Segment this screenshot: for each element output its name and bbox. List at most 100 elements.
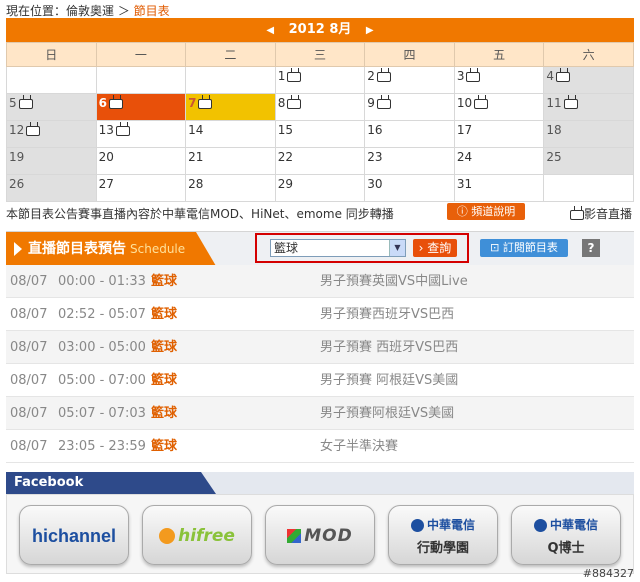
tv-icon[interactable] [376,98,391,109]
calendar-day[interactable]: 25 [543,147,634,175]
subscribe-button[interactable]: ⊡ 訂閱節目表 [480,239,568,257]
calendar-day[interactable]: 17 [453,120,545,148]
calendar-day[interactable]: 24 [453,147,545,175]
tv-icon[interactable] [198,98,213,109]
calendar-empty-cell [185,66,276,94]
calendar-day-number: 4 [546,69,555,83]
calendar-day[interactable]: 2 [364,66,455,94]
calendar-day[interactable]: 15 [274,120,366,148]
calendar-day[interactable]: 6 [95,93,187,121]
mod-cube-icon [287,529,302,543]
query-label: 查詢 [427,241,452,255]
row-date: 08/07 [10,340,48,355]
tv-icon[interactable] [466,71,481,82]
hichannel-label: hichannel [31,526,116,546]
schedule-row[interactable]: 08/07 03:00 - 05:00 籃球 男子預賽 西班牙VS巴西 [6,331,634,364]
row-date: 08/07 [10,406,48,421]
row-category: 籃球 [151,307,178,322]
tv-icon[interactable] [563,98,578,109]
calendar-day-number: 20 [98,150,114,164]
facebook-tab[interactable]: Facebook [6,472,216,494]
calendar-day-number: 7 [188,96,197,110]
calendar-day[interactable]: 28 [185,174,276,202]
breadcrumb-current[interactable]: 節目表 [134,4,170,18]
tv-icon[interactable] [26,125,41,136]
row-program[interactable]: 男子預賽西班牙VS巴西 [320,298,454,331]
help-button[interactable]: ? [582,239,600,257]
calendar-day[interactable]: 18 [543,120,634,148]
schedule-row[interactable]: 08/07 23:05 - 23:59 籃球 女子半準決賽 [6,430,634,463]
calendar-day[interactable]: 12 [6,120,97,148]
tv-icon[interactable] [115,125,130,136]
weekday-header: 三 [274,42,366,67]
weekday-header: 二 [185,42,276,67]
calendar-title: 2012 8月 [288,22,352,37]
chevron-down-icon[interactable]: ▼ [389,240,405,256]
calendar-day[interactable]: 19 [6,147,97,175]
calendar-day-number: 8 [277,96,286,110]
calendar-day[interactable]: 4 [543,66,634,94]
row-program[interactable]: 女子半準決賽 [320,430,398,463]
sport-select[interactable]: 籃球 ▼ [270,239,406,257]
tv-icon[interactable] [474,98,489,109]
calendar-day[interactable]: 13 [95,120,187,148]
calendar-day[interactable]: 26 [6,174,97,202]
tv-icon[interactable] [287,98,302,109]
calendar-day-number: 27 [98,177,114,191]
calendar-day[interactable]: 27 [95,174,187,202]
schedule-row[interactable]: 08/07 02:52 - 05:07 籃球 男子預賽西班牙VS巴西 [6,298,634,331]
tv-icon[interactable] [376,71,391,82]
calendar-day[interactable]: 11 [543,93,634,121]
calendar-day[interactable]: 23 [364,147,455,175]
calendar-day[interactable]: 10 [453,93,545,121]
calendar-day[interactable]: 30 [364,174,455,202]
calendar-day[interactable]: 14 [185,120,276,148]
tv-icon[interactable] [556,71,571,82]
row-date: 08/07 [10,439,48,454]
calendar-day[interactable]: 21 [185,147,276,175]
calendar-day[interactable]: 1 [274,66,366,94]
schedule-row[interactable]: 08/07 00:00 - 01:33 籃球 男子預賽英國VS中國Live [6,265,634,298]
query-button[interactable]: › 查詢 [413,239,457,257]
calendar-day[interactable]: 20 [95,147,187,175]
prev-month-icon[interactable]: ◀ [266,19,274,43]
calendar-day-number: 12 [9,123,25,137]
row-category: 籃球 [151,340,178,355]
row-time: 23:05 - 23:59 [58,439,146,454]
calendar-day[interactable]: 9 [364,93,455,121]
tv-icon[interactable] [18,98,33,109]
calendar-day[interactable]: 7 [185,93,276,121]
calendar-empty-cell [95,66,187,94]
hichannel-button[interactable]: hichannel [19,505,129,565]
schedule-row[interactable]: 08/07 05:07 - 07:03 籃球 男子預賽阿根廷VS美國 [6,397,634,430]
calendar-day[interactable]: 16 [364,120,455,148]
tv-icon[interactable] [108,98,123,109]
schedule-title-en: Schedule [130,242,186,256]
tv-icon[interactable] [287,71,302,82]
schedule-title-zh: 直播節目表預告 [28,241,126,257]
sport-select-value: 籃球 [274,241,299,255]
weekday-header: 一 [95,42,187,67]
calendar-day[interactable]: 3 [453,66,545,94]
row-program[interactable]: 男子預賽阿根廷VS美國 [320,397,454,430]
schedule-row[interactable]: 08/07 05:00 - 07:00 籃球 男子預賽 阿根廷VS美國 [6,364,634,397]
row-program[interactable]: 男子預賽 阿根廷VS美國 [320,364,458,397]
mod-button[interactable]: MOD [265,505,375,565]
calendar-day-number: 6 [98,96,107,110]
weekday-header: 五 [453,42,545,67]
calendar-day[interactable]: 5 [6,93,97,121]
calendar-day[interactable]: 8 [274,93,366,121]
cht-qdoctor-button[interactable]: 中華電信 Q博士 [511,505,621,565]
calendar-day-number: 2 [367,69,375,83]
hifree-button[interactable]: hifree [142,505,252,565]
row-program[interactable]: 男子預賽 西班牙VS巴西 [320,331,458,364]
next-month-icon[interactable]: ▶ [366,19,374,43]
calendar-week: 1 2 3 4 [6,66,634,94]
cht-mobile-school-button[interactable]: 中華電信 行動學園 [388,505,498,565]
calendar-day-number: 31 [456,177,473,191]
calendar-day[interactable]: 29 [274,174,366,202]
calendar-day[interactable]: 31 [453,174,545,202]
channel-info-button[interactable]: ⓘ 頻道說明 [447,203,525,220]
calendar-day[interactable]: 22 [274,147,366,175]
row-program[interactable]: 男子預賽英國VS中國Live [320,265,468,298]
